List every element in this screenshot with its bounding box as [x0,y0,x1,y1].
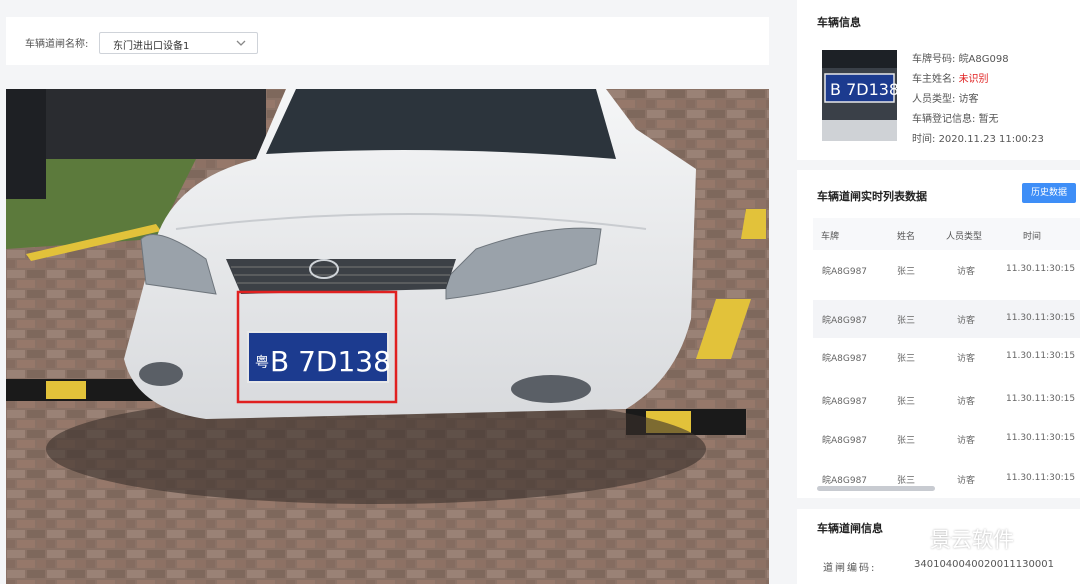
registration-label: 车辆登记信息: [912,114,976,125]
plate-number: B 7D138 [270,345,391,378]
vehicle-info-title: 车辆信息 [817,16,861,29]
cell-name: 张三 [897,354,916,364]
cell-plate: 皖A8G987 [822,397,868,407]
cell-type: 访客 [957,267,976,277]
watermark-text: 景云软件 [930,528,1014,552]
plate-number-row: 车牌号码: 皖A8G098 [912,50,1009,65]
person-type-row: 人员类型: 访客 [912,90,979,105]
person-type-label: 人员类型: [912,94,956,105]
table-row[interactable]: 皖A8G987 张三 访客 11.30.11:30:15 [813,460,1080,486]
cell-name: 张三 [897,436,916,446]
cell-type: 访客 [957,316,976,326]
cell-plate: 皖A8G987 [822,476,868,486]
cell-time: 11.30.11:30:15 [1006,313,1076,323]
time-row: 时间: 2020.11.23 11:00:23 [912,130,1044,145]
cell-time: 11.30.11:30:15 [1006,351,1076,361]
table-row[interactable]: 皖A8G987 张三 访客 11.30.11:30:15 [813,420,1080,458]
time-value: 2020.11.23 11:00:23 [938,134,1044,145]
table-header: 车牌 姓名 人员类型 时间 [813,218,1080,250]
plate-number-value: 皖A8G098 [958,54,1009,65]
cell-type: 访客 [957,476,976,486]
wechat-logo-icon [891,524,924,551]
filter-bar: 车辆道闸名称: 东门进出口设备1 [6,17,769,65]
cell-plate: 皖A8G987 [822,354,868,364]
vehicle-info-panel: 车辆信息 B 7D138 车牌号码: 皖A8G098 车主姓名: 未识别 人员类… [797,0,1080,160]
cell-name: 张三 [897,476,916,486]
car-snapshot-image: 粤 B 7D138 [6,89,769,584]
column-header-name: 姓名 [897,232,916,242]
cell-time: 11.30.11:30:15 [1006,433,1076,443]
plate-thumbnail: B 7D138 [822,50,897,141]
owner-name-value: 未识别 [958,74,989,85]
registration-row: 车辆登记信息: 暂无 [912,110,999,125]
table-row[interactable]: 皖A8G987 张三 访客 11.30.11:30:15 [813,381,1080,419]
gate-code-value: 3401040040020011130001 [914,559,1054,570]
cell-name: 张三 [897,316,916,326]
table-row[interactable]: 皖A8G987 张三 访客 11.30.11:30:15 [813,300,1080,338]
owner-name-label: 车主姓名: [912,74,956,85]
gate-name-label: 车辆道闸名称: [25,39,89,50]
cell-type: 访客 [957,354,976,364]
cell-time: 11.30.11:30:15 [1006,264,1076,274]
cell-plate: 皖A8G987 [822,436,868,446]
gate-code-label: 道闸编码: [823,563,877,574]
history-data-button[interactable]: 历史数据 [1022,183,1076,203]
registration-value: 暂无 [978,114,999,125]
cell-time: 11.30.11:30:15 [1006,473,1076,483]
cell-plate: 皖A8G987 [822,316,868,326]
gate-name-select-value: 东门进出口设备1 [113,41,190,52]
table-row[interactable]: 皖A8G987 张三 访客 11.30.11:30:15 [813,251,1080,289]
table-row[interactable]: 皖A8G987 张三 访客 11.30.11:30:15 [813,338,1080,376]
realtime-list-panel: 车辆道闸实时列表数据 历史数据 车牌 姓名 人员类型 时间 皖A8G987 张三… [797,170,1080,498]
realtime-list-title: 车辆道闸实时列表数据 [817,190,927,203]
plate-prefix: 粤 [255,355,269,371]
time-label: 时间: [912,134,936,145]
cell-name: 张三 [897,397,916,407]
cell-plate: 皖A8G987 [822,267,868,277]
cell-type: 访客 [957,397,976,407]
cell-type: 访客 [957,436,976,446]
column-header-type: 人员类型 [946,232,983,242]
camera-snapshot: 粤 B 7D138 [6,89,769,584]
owner-name-row: 车主姓名: 未识别 [912,70,989,85]
gate-name-select[interactable]: 东门进出口设备1 [99,32,258,54]
cell-time: 11.30.11:30:15 [1006,394,1076,404]
chevron-down-icon [236,40,246,46]
thumb-plate-text: B 7D138 [830,80,897,99]
horizontal-scrollbar[interactable] [817,486,935,491]
column-header-plate: 车牌 [821,232,840,242]
cell-name: 张三 [897,267,916,277]
column-header-time: 时间 [1023,232,1042,242]
gate-info-title: 车辆道闸信息 [817,522,883,535]
plate-number-label: 车牌号码: [912,54,956,65]
watermark: 景云软件 [890,518,1060,558]
person-type-value: 访客 [958,94,979,105]
